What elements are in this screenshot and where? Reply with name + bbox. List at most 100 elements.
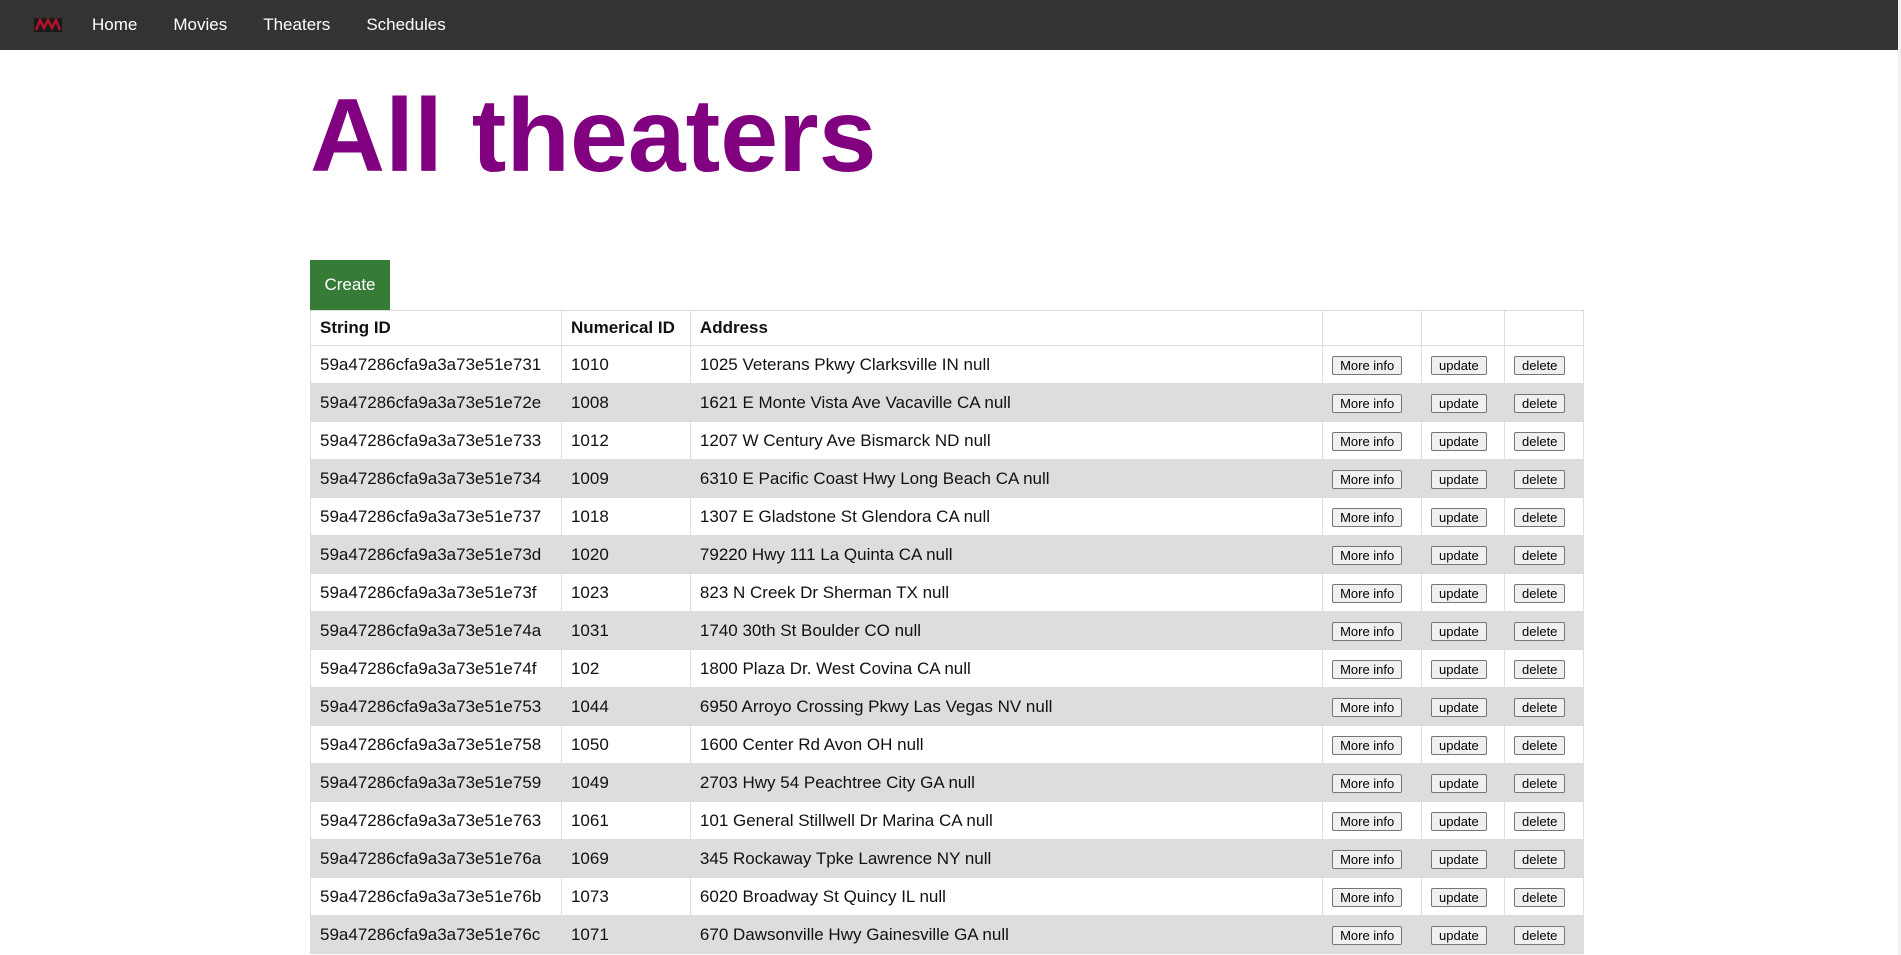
- table-row: 59a47286cfa9a3a73e51e737 1018 1307 E Glads…: [310, 497, 1585, 536]
- delete-button[interactable]: delete: [1513, 545, 1566, 565]
- delete-button[interactable]: delete: [1513, 507, 1566, 527]
- delete-cell: delete: [1503, 573, 1585, 612]
- delete-button[interactable]: delete: [1513, 355, 1566, 375]
- nav-theaters-link[interactable]: Theaters: [245, 0, 348, 50]
- update-button[interactable]: update: [1431, 545, 1487, 565]
- update-button[interactable]: update: [1431, 355, 1487, 375]
- delete-cell: delete: [1503, 535, 1585, 574]
- update-cell: update: [1421, 877, 1505, 916]
- more-info-button[interactable]: More info: [1332, 887, 1403, 907]
- cell-numerical-id: 1008: [560, 383, 691, 422]
- update-button[interactable]: update: [1431, 621, 1487, 641]
- nav-home-link[interactable]: Home: [74, 0, 155, 50]
- more-info-button[interactable]: More info: [1332, 431, 1403, 451]
- update-button[interactable]: update: [1431, 431, 1487, 451]
- cell-string-id: 59a47286cfa9a3a73e51e73f: [310, 573, 562, 612]
- more-info-button[interactable]: More info: [1332, 773, 1403, 793]
- more-info-button[interactable]: More info: [1332, 393, 1403, 413]
- cell-address: 6310 E Pacific Coast Hwy Long Beach CA n…: [689, 459, 1324, 498]
- delete-button[interactable]: delete: [1513, 887, 1566, 907]
- more-info-button[interactable]: More info: [1332, 659, 1403, 679]
- more-info-cell: More info: [1322, 725, 1423, 764]
- delete-button[interactable]: delete: [1513, 393, 1566, 413]
- cell-numerical-id: 1023: [560, 573, 691, 612]
- update-button[interactable]: update: [1431, 773, 1487, 793]
- more-info-button[interactable]: More info: [1332, 735, 1403, 755]
- table-body: 59a47286cfa9a3a73e51e731 1010 1025 Veteran…: [310, 345, 1585, 954]
- delete-button[interactable]: delete: [1513, 583, 1566, 603]
- nav-schedules-link[interactable]: Schedules: [348, 0, 463, 50]
- update-button[interactable]: update: [1431, 583, 1487, 603]
- update-button[interactable]: update: [1431, 659, 1487, 679]
- cell-address: 79220 Hwy 111 La Quinta CA null: [689, 535, 1324, 574]
- update-cell: update: [1421, 611, 1505, 650]
- update-cell: update: [1421, 383, 1505, 422]
- cell-numerical-id: 1044: [560, 687, 691, 726]
- more-info-cell: More info: [1322, 383, 1423, 422]
- update-button[interactable]: update: [1431, 811, 1487, 831]
- cell-numerical-id: 102: [560, 649, 691, 688]
- table-row: 59a47286cfa9a3a73e51e763 1061 101 General …: [310, 801, 1585, 840]
- update-cell: update: [1421, 687, 1505, 726]
- more-info-button[interactable]: More info: [1332, 545, 1403, 565]
- delete-button[interactable]: delete: [1513, 469, 1566, 489]
- table-row: 59a47286cfa9a3a73e51e72e 1008 1621 E Monte…: [310, 383, 1585, 422]
- more-info-button[interactable]: More info: [1332, 621, 1403, 641]
- delete-button[interactable]: delete: [1513, 621, 1566, 641]
- update-cell: update: [1421, 915, 1505, 954]
- create-button[interactable]: Create: [310, 260, 390, 310]
- delete-button[interactable]: delete: [1513, 659, 1566, 679]
- update-button[interactable]: update: [1431, 697, 1487, 717]
- more-info-cell: More info: [1322, 497, 1423, 536]
- delete-button[interactable]: delete: [1513, 431, 1566, 451]
- update-button[interactable]: update: [1431, 507, 1487, 527]
- delete-button[interactable]: delete: [1513, 735, 1566, 755]
- cell-numerical-id: 1061: [560, 801, 691, 840]
- update-button[interactable]: update: [1431, 925, 1487, 945]
- delete-button[interactable]: delete: [1513, 773, 1566, 793]
- main-content: All theaters Create String ID Numerical …: [310, 50, 1585, 954]
- delete-button[interactable]: delete: [1513, 697, 1566, 717]
- more-info-cell: More info: [1322, 915, 1423, 954]
- update-button[interactable]: update: [1431, 887, 1487, 907]
- more-info-button[interactable]: More info: [1332, 849, 1403, 869]
- nav-movies-link[interactable]: Movies: [155, 0, 245, 50]
- table-row: 59a47286cfa9a3a73e51e733 1012 1207 W Centu…: [310, 421, 1585, 460]
- delete-cell: delete: [1503, 649, 1585, 688]
- more-info-button[interactable]: More info: [1332, 697, 1403, 717]
- cell-numerical-id: 1009: [560, 459, 691, 498]
- delete-cell: delete: [1503, 687, 1585, 726]
- brand-logo-icon[interactable]: [34, 18, 62, 32]
- delete-button[interactable]: delete: [1513, 811, 1566, 831]
- delete-button[interactable]: delete: [1513, 925, 1566, 945]
- cell-string-id: 59a47286cfa9a3a73e51e74f: [310, 649, 562, 688]
- table-header-row: String ID Numerical ID Address: [310, 310, 1585, 346]
- cell-numerical-id: 1073: [560, 877, 691, 916]
- cell-string-id: 59a47286cfa9a3a73e51e753: [310, 687, 562, 726]
- more-info-button[interactable]: More info: [1332, 355, 1403, 375]
- more-info-cell: More info: [1322, 687, 1423, 726]
- more-info-button[interactable]: More info: [1332, 811, 1403, 831]
- cell-string-id: 59a47286cfa9a3a73e51e733: [310, 421, 562, 460]
- more-info-button[interactable]: More info: [1332, 469, 1403, 489]
- update-button[interactable]: update: [1431, 849, 1487, 869]
- cell-string-id: 59a47286cfa9a3a73e51e76c: [310, 915, 562, 954]
- table-row: 59a47286cfa9a3a73e51e759 1049 2703 Hwy 54 …: [310, 763, 1585, 802]
- update-button[interactable]: update: [1431, 469, 1487, 489]
- more-info-cell: More info: [1322, 535, 1423, 574]
- cell-address: 345 Rockaway Tpke Lawrence NY null: [689, 839, 1324, 878]
- update-button[interactable]: update: [1431, 735, 1487, 755]
- more-info-button[interactable]: More info: [1332, 583, 1403, 603]
- more-info-cell: More info: [1322, 839, 1423, 878]
- cell-string-id: 59a47286cfa9a3a73e51e76a: [310, 839, 562, 878]
- cell-address: 6020 Broadway St Quincy IL null: [689, 877, 1324, 916]
- delete-button[interactable]: delete: [1513, 849, 1566, 869]
- more-info-button[interactable]: More info: [1332, 507, 1403, 527]
- update-button[interactable]: update: [1431, 393, 1487, 413]
- more-info-button[interactable]: More info: [1332, 925, 1403, 945]
- delete-cell: delete: [1503, 345, 1585, 384]
- more-info-cell: More info: [1322, 763, 1423, 802]
- update-cell: update: [1421, 725, 1505, 764]
- update-cell: update: [1421, 649, 1505, 688]
- more-info-cell: More info: [1322, 611, 1423, 650]
